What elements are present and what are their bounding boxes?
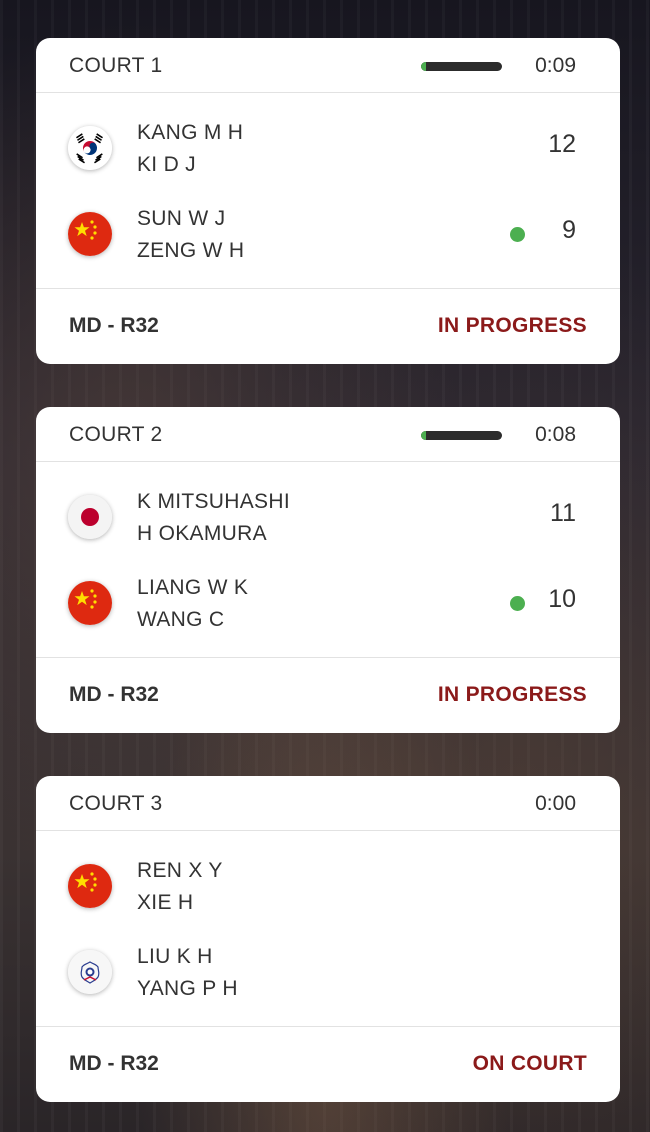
team-players: LIANG W K WANG C bbox=[137, 572, 248, 636]
match-timer: 0:09 bbox=[535, 54, 576, 77]
team-score: 10 bbox=[548, 585, 576, 613]
serving-indicator bbox=[510, 596, 525, 611]
match-timer: 0:08 bbox=[535, 423, 576, 446]
match-card-body: KANG M H KI D J 12 SUN W J ZENG W H 9 bbox=[36, 93, 620, 289]
team-players: LIU K H YANG P H bbox=[137, 941, 238, 1005]
team-row: LIANG W K WANG C 10 bbox=[36, 570, 620, 640]
match-round: MD - R32 bbox=[69, 683, 159, 706]
match-status: ON COURT bbox=[472, 1052, 587, 1075]
court-name: COURT 2 bbox=[69, 423, 163, 446]
team-row: REN X Y XIE H bbox=[36, 853, 620, 923]
match-card-court-1[interactable]: COURT 1 0:09 KANG M H KI D J 12 SUN W J … bbox=[36, 38, 620, 364]
team-score: 11 bbox=[550, 499, 576, 527]
match-progress-bar bbox=[421, 431, 502, 440]
china-flag-icon bbox=[68, 581, 112, 625]
player-name: LIU K H bbox=[137, 945, 213, 968]
match-status: IN PROGRESS bbox=[437, 683, 587, 706]
match-timer: 0:00 bbox=[535, 792, 576, 815]
team-row: SUN W J ZENG W H 9 bbox=[36, 201, 620, 271]
team-players: K MITSUHASHI H OKAMURA bbox=[137, 486, 290, 550]
court-name: COURT 3 bbox=[69, 792, 163, 815]
serving-indicator bbox=[510, 227, 525, 242]
team-row: LIU K H YANG P H bbox=[36, 939, 620, 1009]
match-round: MD - R32 bbox=[69, 1052, 159, 1075]
team-row: K MITSUHASHI H OKAMURA 11 bbox=[36, 484, 620, 554]
japan-flag-icon bbox=[68, 495, 112, 539]
match-progress-bar bbox=[421, 62, 502, 71]
team-score: 9 bbox=[562, 216, 576, 244]
player-name: ZENG W H bbox=[137, 239, 245, 262]
match-card-body: REN X Y XIE H LIU K H YANG P H bbox=[36, 831, 620, 1027]
player-name: WANG C bbox=[137, 608, 225, 631]
team-row: KANG M H KI D J 12 bbox=[36, 115, 620, 185]
match-card-footer: MD - R32 IN PROGRESS bbox=[36, 289, 620, 364]
player-name: KI D J bbox=[137, 153, 196, 176]
match-card-court-2[interactable]: COURT 2 0:08 K MITSUHASHI H OKAMURA 11 L… bbox=[36, 407, 620, 733]
match-status: IN PROGRESS bbox=[437, 314, 587, 337]
player-name: LIANG W K bbox=[137, 576, 249, 599]
match-card-body: K MITSUHASHI H OKAMURA 11 LIANG W K WANG… bbox=[36, 462, 620, 658]
player-name: YANG P H bbox=[137, 977, 238, 1000]
korea-flag-icon bbox=[68, 126, 112, 170]
match-card-header: COURT 2 0:08 bbox=[36, 407, 620, 462]
player-name: H OKAMURA bbox=[137, 522, 267, 545]
team-players: KANG M H KI D J bbox=[137, 117, 243, 181]
player-name: XIE H bbox=[137, 891, 194, 914]
match-progress-fill bbox=[421, 62, 426, 71]
player-name: REN X Y bbox=[137, 859, 223, 882]
court-name: COURT 1 bbox=[69, 54, 163, 77]
team-score: 12 bbox=[548, 130, 576, 158]
player-name: K MITSUHASHI bbox=[137, 490, 290, 513]
china-flag-icon bbox=[68, 212, 112, 256]
team-players: REN X Y XIE H bbox=[137, 855, 223, 919]
match-round: MD - R32 bbox=[69, 314, 159, 337]
player-name: KANG M H bbox=[137, 121, 244, 144]
match-card-footer: MD - R32 IN PROGRESS bbox=[36, 658, 620, 733]
player-name: SUN W J bbox=[137, 207, 226, 230]
match-progress-fill bbox=[421, 431, 426, 440]
match-card-court-3[interactable]: COURT 3 0:00 REN X Y XIE H LIU K H YANG … bbox=[36, 776, 620, 1102]
match-card-header: COURT 1 0:09 bbox=[36, 38, 620, 93]
match-card-header: COURT 3 0:00 bbox=[36, 776, 620, 831]
match-card-footer: MD - R32 ON COURT bbox=[36, 1027, 620, 1102]
china-flag-icon bbox=[68, 864, 112, 908]
chinese-taipei-flag-icon bbox=[68, 950, 112, 994]
team-players: SUN W J ZENG W H bbox=[137, 203, 244, 267]
